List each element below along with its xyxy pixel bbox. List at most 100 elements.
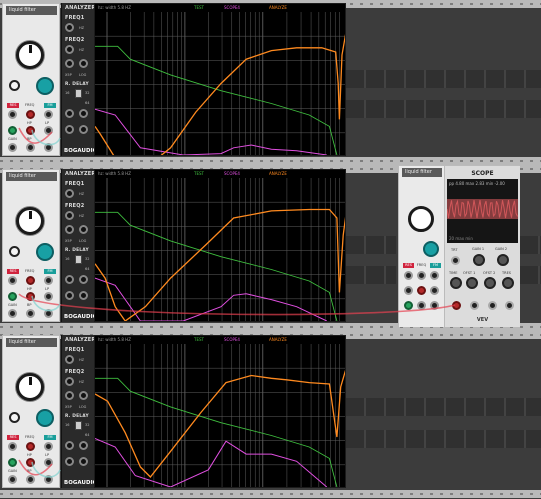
input2-jack[interactable]	[470, 301, 479, 310]
fm-jack[interactable]	[44, 442, 53, 451]
lp-output-jack[interactable]	[430, 301, 439, 310]
lp-output-jack[interactable]	[44, 458, 53, 467]
trigger-input-jack[interactable]	[451, 256, 460, 265]
thres-knob[interactable]	[502, 277, 514, 289]
frequency-knob[interactable]	[16, 373, 44, 401]
hz2-label: HZ	[79, 380, 85, 384]
audio-input-jack[interactable]	[8, 292, 17, 301]
green-trace	[95, 45, 338, 155]
freq2-label: FREQ2	[65, 203, 85, 209]
hp-output-jack[interactable]	[26, 126, 35, 135]
input-jack[interactable]	[79, 391, 88, 400]
resonance-knob[interactable]	[36, 77, 54, 95]
scope-bottom-readout: 20 max min	[449, 236, 473, 241]
output-jack[interactable]	[79, 291, 88, 300]
liquid-filter-module[interactable]: liquid filter RES FREQ FM HP LP GAIN BP	[2, 335, 60, 488]
freq-label: FREQ	[25, 435, 35, 439]
freq2-jack[interactable]	[65, 211, 74, 220]
input-jack[interactable]	[65, 391, 74, 400]
input-jack[interactable]	[430, 271, 439, 280]
res-cv-jack[interactable]	[8, 442, 17, 451]
frequency-knob[interactable]	[16, 41, 44, 69]
input-jack[interactable]	[65, 225, 74, 234]
output-jack[interactable]	[65, 291, 74, 300]
frequency-knob[interactable]	[408, 206, 434, 232]
input-jack[interactable]	[65, 59, 74, 68]
hp-output-jack[interactable]	[26, 458, 35, 467]
bp-output-jack[interactable]	[26, 475, 35, 484]
analyzer-title: ANALYZER	[65, 171, 96, 177]
scope-module[interactable]: liquid filter RES FREQ FM SCOPE pp 4.80 …	[398, 165, 520, 327]
freq1-jack[interactable]	[65, 23, 74, 32]
bp-output-jack[interactable]	[430, 286, 439, 295]
scope-brand: VEV	[476, 317, 489, 323]
offset1-knob[interactable]	[466, 277, 478, 289]
output-jack[interactable]	[44, 309, 53, 318]
liquid-filter-module[interactable]: liquid filter RES FREQ FM	[399, 166, 445, 327]
output-jack[interactable]	[417, 301, 426, 310]
hp-output-jack[interactable]	[417, 286, 426, 295]
lp-output-jack[interactable]	[44, 292, 53, 301]
ext-jack[interactable]	[488, 301, 497, 310]
output-jack[interactable]	[65, 125, 74, 134]
output-jack[interactable]	[65, 275, 74, 284]
liquid-filter-module[interactable]: liquid filter RES FREQ FM HP LP GAIN BP	[2, 169, 60, 322]
lp-output-jack[interactable]	[44, 126, 53, 135]
gain1-knob[interactable]	[473, 254, 485, 266]
frequency-knob[interactable]	[16, 207, 44, 235]
delay-switch[interactable]	[75, 421, 82, 430]
output-jack[interactable]	[79, 125, 88, 134]
input-jack[interactable]	[79, 225, 88, 234]
drive-knob[interactable]	[9, 412, 20, 423]
liquid-filter-module[interactable]: liquid filter RES FREQ FM HP LP GAIN BP	[2, 3, 60, 156]
resonance-knob[interactable]	[36, 409, 54, 427]
input-jack[interactable]	[404, 271, 413, 280]
output-jack[interactable]	[79, 457, 88, 466]
freq1-jack[interactable]	[65, 189, 74, 198]
gain2-knob[interactable]	[497, 254, 509, 266]
freq-cv-jack[interactable]	[26, 276, 35, 285]
freq1-jack[interactable]	[65, 355, 74, 364]
output-jack[interactable]	[79, 109, 88, 118]
input-jack[interactable]	[79, 59, 88, 68]
output-jack[interactable]	[44, 475, 53, 484]
hp-output-jack[interactable]	[26, 292, 35, 301]
drive-knob[interactable]	[9, 80, 20, 91]
output-jack[interactable]	[44, 143, 53, 152]
spectrum-plot	[95, 12, 345, 155]
fm-jack[interactable]	[44, 276, 53, 285]
input1-jack[interactable]	[452, 301, 461, 310]
res-cv-jack[interactable]	[8, 276, 17, 285]
freq2-jack[interactable]	[65, 45, 74, 54]
output-jack[interactable]	[65, 457, 74, 466]
gain-jack[interactable]	[8, 309, 17, 318]
trig-jack[interactable]	[505, 301, 514, 310]
gain-jack[interactable]	[404, 301, 413, 310]
output-jack[interactable]	[65, 109, 74, 118]
delay-switch[interactable]	[75, 89, 82, 98]
freq-cv-jack[interactable]	[26, 110, 35, 119]
gain-jack[interactable]	[8, 143, 17, 152]
output-jack[interactable]	[79, 275, 88, 284]
freq-cv-jack[interactable]	[26, 442, 35, 451]
bp-output-jack[interactable]	[26, 143, 35, 152]
drive-knob[interactable]	[9, 246, 20, 257]
magenta-trace	[95, 108, 327, 155]
input-jack[interactable]	[417, 271, 426, 280]
input-jack[interactable]	[404, 286, 413, 295]
audio-input-jack[interactable]	[8, 458, 17, 467]
bp-output-jack[interactable]	[26, 309, 35, 318]
res-cv-jack[interactable]	[8, 110, 17, 119]
output-jack[interactable]	[65, 441, 74, 450]
delay-switch[interactable]	[75, 255, 82, 264]
fm-jack[interactable]	[44, 110, 53, 119]
analyzer-display	[94, 335, 346, 488]
time-knob[interactable]	[450, 277, 462, 289]
audio-input-jack[interactable]	[8, 126, 17, 135]
resonance-knob[interactable]	[36, 243, 54, 261]
output-jack[interactable]	[79, 441, 88, 450]
offset2-knob[interactable]	[484, 277, 496, 289]
freq2-jack[interactable]	[65, 377, 74, 386]
gain-jack[interactable]	[8, 475, 17, 484]
resonance-knob[interactable]	[423, 241, 439, 257]
